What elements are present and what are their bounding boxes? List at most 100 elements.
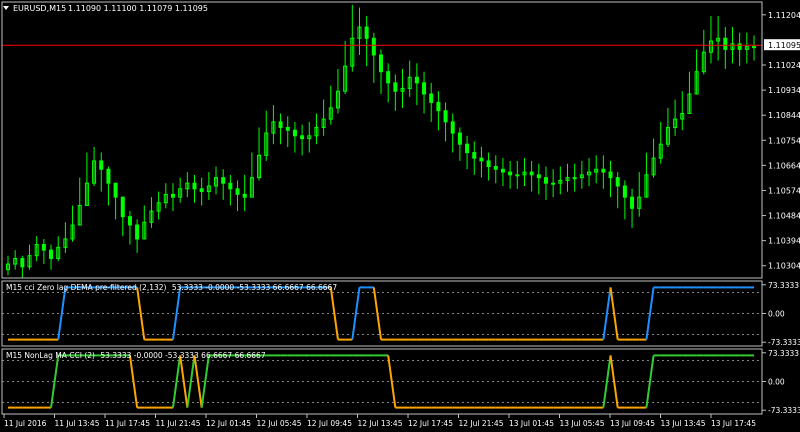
candle-body xyxy=(443,110,448,123)
price-tick-label: 1.10754 xyxy=(768,136,800,145)
time-tick-label: 11 Jul 17:45 xyxy=(105,419,150,428)
candle-body xyxy=(630,196,635,209)
symbol-title: EURUSD,M15 xyxy=(13,4,66,13)
candle-body xyxy=(723,37,728,50)
indicator-segment xyxy=(171,287,182,340)
price-tick-label: 1.10394 xyxy=(768,237,800,246)
candle-body xyxy=(113,182,118,198)
time-tick-label: 13 Jul 17:45 xyxy=(711,419,756,428)
candle-body xyxy=(278,121,283,128)
indicator-pane-nonlag-cci[interactable]: 73.3333 0.00 -73.3333 M15 NonLag MA CCI (2… xyxy=(2,349,800,415)
indicator-segment xyxy=(387,355,397,408)
candle-body xyxy=(472,152,477,159)
candle-body xyxy=(465,143,470,154)
candle-body xyxy=(508,171,513,176)
candle-body xyxy=(41,244,46,251)
time-tick-label: 13 Jul 13:45 xyxy=(661,419,706,428)
candle-body xyxy=(479,157,484,162)
candle-body xyxy=(127,216,132,226)
time-tick-label: 11 Jul 2016 xyxy=(4,419,47,428)
candle-body xyxy=(752,46,756,49)
candle-body xyxy=(500,168,505,173)
price-tick-label: 1.10484 xyxy=(768,212,800,221)
candle-body xyxy=(615,177,620,187)
time-tick-label: 11 Jul 21:45 xyxy=(156,419,201,428)
candle-body xyxy=(450,121,455,134)
candle-body xyxy=(422,82,427,95)
candle-body xyxy=(737,43,742,50)
price-tick-label: 1.10574 xyxy=(768,186,800,195)
indicator-segment xyxy=(193,355,203,408)
indicator-segment xyxy=(602,355,612,408)
indicator-segment xyxy=(372,287,382,340)
candle-body xyxy=(551,182,556,185)
time-tick-label: 13 Jul 05:45 xyxy=(560,419,605,428)
candle-body xyxy=(235,188,240,195)
candle-body xyxy=(285,126,290,131)
ohlc-readout: 1.11090 1.11100 1.11079 1.11095 xyxy=(68,4,208,13)
candle-body xyxy=(106,168,111,184)
candle-body xyxy=(486,160,491,167)
indicator-tick-label: 73.3333 xyxy=(768,349,799,358)
candle-body xyxy=(601,168,606,173)
time-tick-label: 12 Jul 05:45 xyxy=(257,419,302,428)
indicator-tick-label: -73.3333 xyxy=(768,338,800,347)
current-price-tag-label: 1.11095 xyxy=(768,41,800,50)
candle-body xyxy=(221,177,226,184)
candle-body xyxy=(608,171,613,179)
chart-header: EURUSD,M15 1.11090 1.11100 1.11079 1.110… xyxy=(3,4,208,13)
candle-body xyxy=(228,182,233,190)
indicator-tick-label: 0.00 xyxy=(768,310,785,319)
candle-body xyxy=(386,71,391,84)
indicator-tick-label: 73.3333 xyxy=(768,281,799,290)
price-tick-label: 1.10844 xyxy=(768,111,800,120)
price-tick-label: 1.10304 xyxy=(768,262,800,271)
candle-body xyxy=(536,174,541,179)
candle-body xyxy=(379,54,383,73)
candle-body xyxy=(371,37,376,56)
indicator-pane-cci-dema[interactable]: 73.3333 0.00 -73.3333 M15 cci Zero lag DEM… xyxy=(2,281,800,347)
time-tick-label: 12 Jul 01:45 xyxy=(206,419,251,428)
price-tick-label: 1.11204 xyxy=(768,11,800,20)
candle-body xyxy=(300,135,305,140)
candle-body xyxy=(393,82,398,92)
candle-body xyxy=(457,132,462,145)
indicator-segment xyxy=(171,355,182,408)
candle-body xyxy=(529,171,534,176)
candle-body xyxy=(364,26,369,39)
time-tick-label: 12 Jul 17:45 xyxy=(408,419,453,428)
indicator-segment xyxy=(609,287,619,340)
price-tick-label: 1.11024 xyxy=(768,61,800,70)
indicator2-title: M15 NonLag MA CCI (2) 53.3333 -0.0000 -5… xyxy=(6,351,266,360)
price-tick-label: 1.10934 xyxy=(768,86,800,95)
indicator1-title: M15 cci Zero lag DEMA pre-filtered (2,13… xyxy=(6,283,337,292)
indicator-segment xyxy=(609,355,619,408)
candle-body xyxy=(429,93,434,103)
price-pane[interactable]: 1.11204 1.11024 1.10934 1.10844 1.10754 1.106… xyxy=(2,4,800,278)
candle-body xyxy=(543,177,548,184)
time-tick-label: 12 Jul 21:45 xyxy=(459,419,504,428)
candles xyxy=(6,4,756,278)
candle-body xyxy=(572,177,577,180)
time-tick-label: 12 Jul 13:45 xyxy=(358,419,403,428)
candle-body xyxy=(292,129,297,137)
candle-body xyxy=(622,185,627,198)
time-tick-label: 11 Jul 13:45 xyxy=(55,419,100,428)
candle-body xyxy=(120,196,125,218)
candle-body xyxy=(20,257,25,268)
time-axis: 11 Jul 2016 11 Jul 13:45 11 Jul 17:45 11 Ju… xyxy=(3,414,756,428)
candle-body xyxy=(414,76,419,84)
indicator-segment xyxy=(329,287,339,340)
time-tick-label: 13 Jul 01:45 xyxy=(509,419,554,428)
indicator-tick-label: 0.00 xyxy=(768,378,785,387)
indicator-segment xyxy=(57,287,67,340)
indicator-tick-label: -73.3333 xyxy=(768,406,800,415)
candle-body xyxy=(192,182,197,190)
pane-border-0 xyxy=(1,1,763,279)
indicator-segment xyxy=(602,287,612,340)
chart-canvas: 1.11204 1.11024 1.10934 1.10844 1.10754 1.106… xyxy=(1,1,800,428)
candle-body xyxy=(515,174,520,177)
candle-body xyxy=(436,101,441,112)
candle-body xyxy=(199,188,204,193)
triangle-down-icon[interactable] xyxy=(3,6,9,10)
